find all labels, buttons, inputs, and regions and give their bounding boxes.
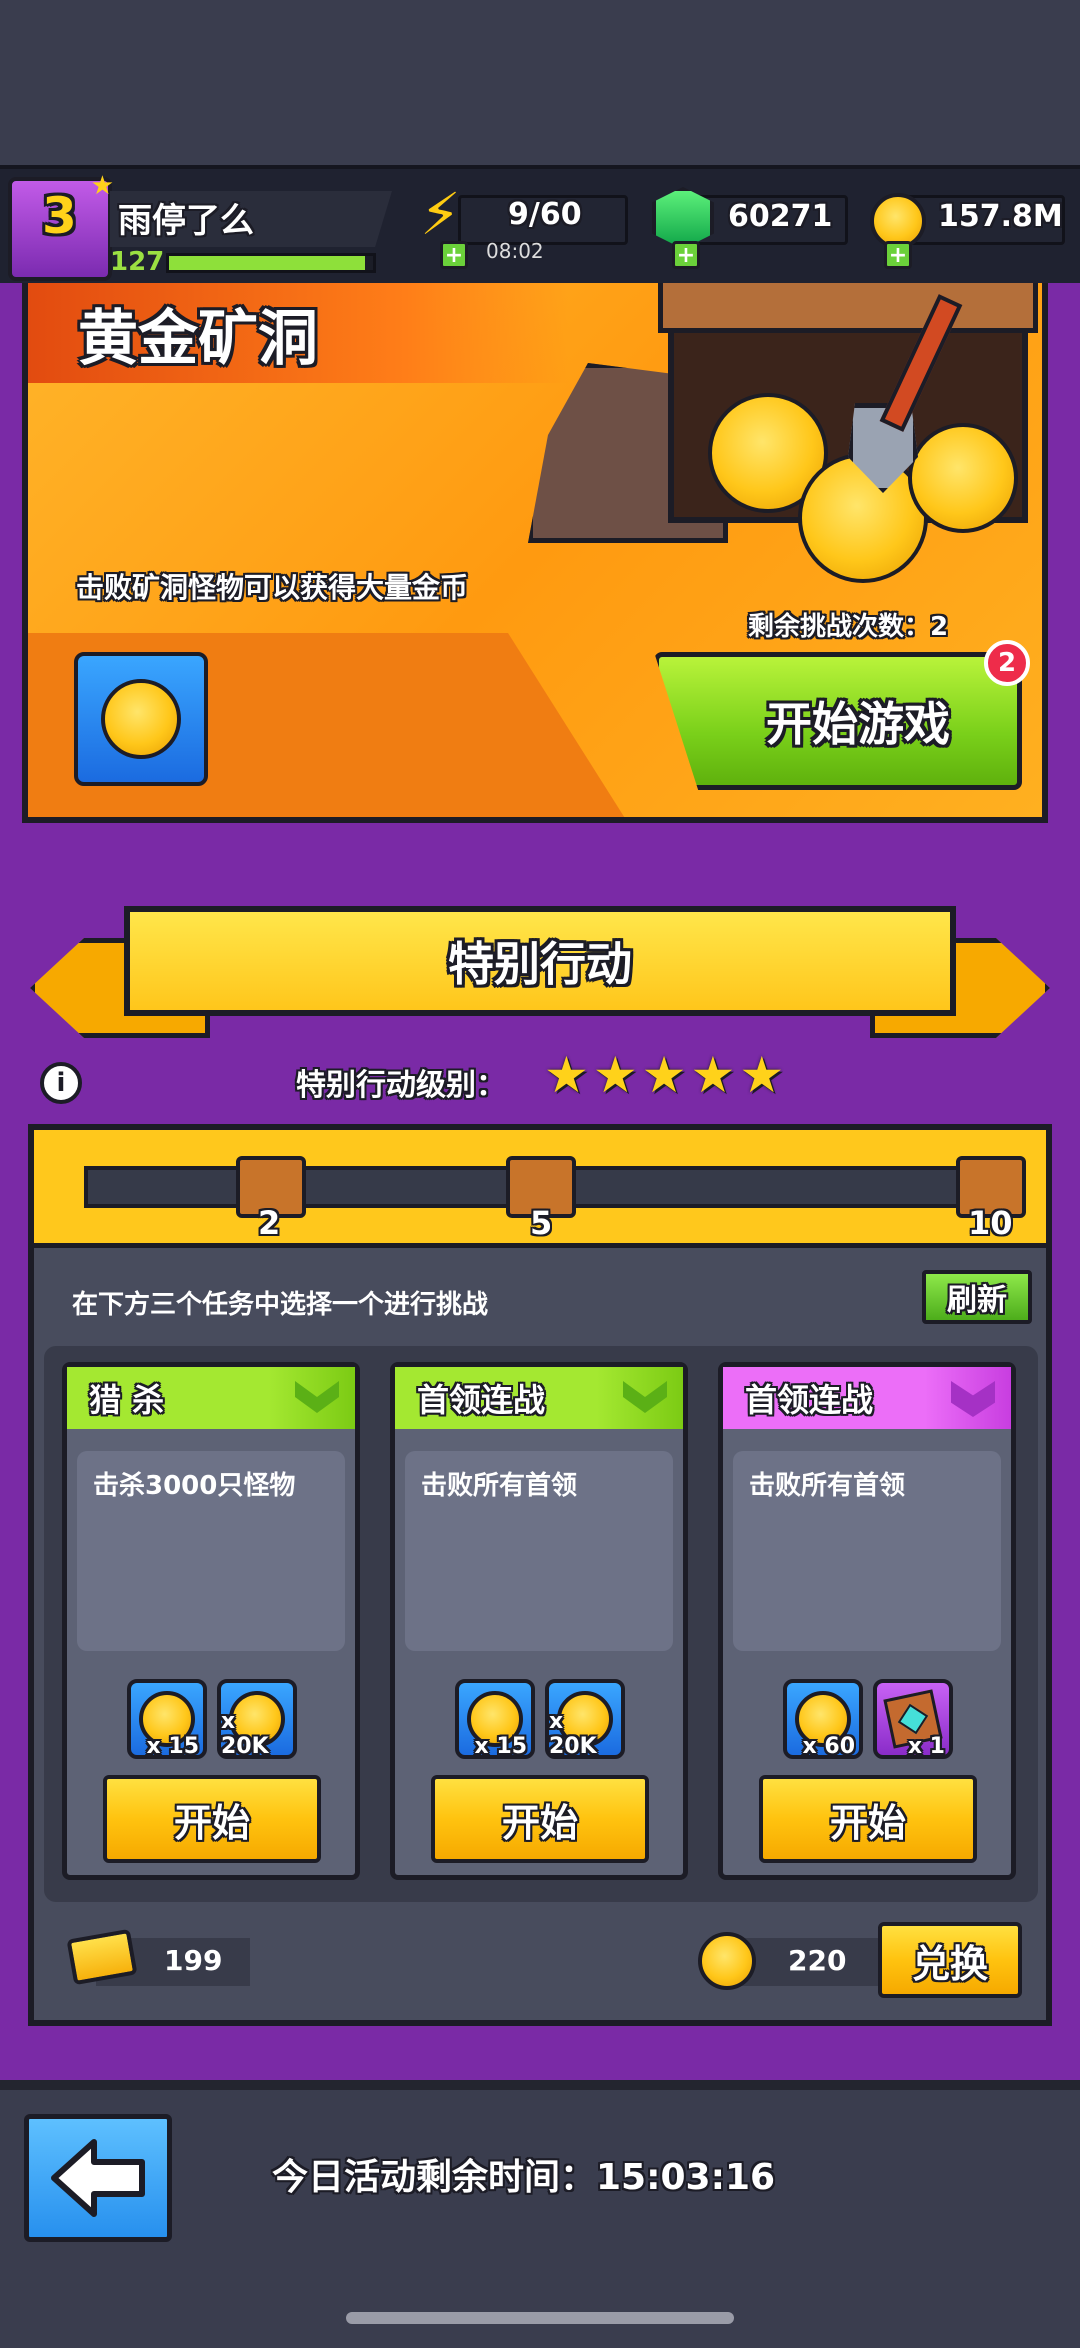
gold-pile-art-3: [908, 423, 1018, 533]
gold-mine-description: 击败矿洞怪物可以获得大量金币: [76, 571, 469, 604]
task-desc-box: 击败所有首领: [733, 1451, 1001, 1651]
task-start-button[interactable]: 开始: [103, 1775, 321, 1863]
task-name: 猎 杀: [89, 1381, 165, 1419]
task-start-button[interactable]: 开始: [431, 1775, 649, 1863]
reward-tile[interactable]: x 1: [873, 1679, 953, 1759]
gold-reward-tile[interactable]: [74, 652, 208, 786]
exchange-label: 兑换: [911, 1941, 988, 1986]
player-name: 雨停了么: [118, 201, 254, 241]
gold-mine-title: 黄金矿洞: [78, 304, 318, 374]
reward-qty: x 15: [474, 1734, 527, 1759]
event-timer: 今日活动剩余时间：15:03:16: [272, 2157, 776, 2198]
exchange-button[interactable]: 兑换: [878, 1922, 1022, 1998]
milestone-value: 5: [530, 1204, 553, 1242]
reward-qty: x 20K: [221, 1709, 269, 1759]
milestone-value: 10: [968, 1204, 1013, 1242]
lightning-icon[interactable]: ⚡: [420, 185, 461, 243]
task-start-label: 开始: [501, 1800, 578, 1845]
token-coin-icon: [698, 1932, 756, 1990]
notification-badge: 2: [984, 640, 1030, 686]
task-start-button[interactable]: 开始: [759, 1775, 977, 1863]
reward-tile[interactable]: x 20K: [217, 1679, 297, 1759]
reward-qty: x 60: [802, 1734, 855, 1759]
back-button[interactable]: [24, 2114, 172, 2242]
task-desc: 击败所有首领: [421, 1471, 578, 1501]
reward-tile[interactable]: x 20K: [545, 1679, 625, 1759]
star-icon: ★: [641, 1046, 687, 1104]
mine-beam-art: [658, 283, 1038, 333]
star-icon: ★: [544, 1046, 589, 1104]
task-name: 首领连战: [417, 1381, 546, 1419]
xp-bar-fill: [169, 256, 365, 270]
task-card[interactable]: 首领连战 击败所有首领 x 15 x 20K 开始: [390, 1362, 688, 1880]
xp-bar: [166, 253, 376, 273]
task-desc: 击败所有首领: [749, 1471, 906, 1501]
star-icon: ★: [739, 1046, 785, 1104]
task-card[interactable]: 首领连战 击败所有首领 x 60 x 1 开始: [718, 1362, 1016, 1880]
gems-value: 60271: [728, 199, 833, 234]
gold-coin-icon: [101, 679, 181, 759]
event-bottom-border: [0, 2080, 1080, 2090]
reward-tile[interactable]: x 15: [455, 1679, 535, 1759]
status-area: [0, 0, 1080, 165]
player-avatar[interactable]: 3 ★: [8, 171, 114, 281]
task-desc: 击杀3000只怪物: [93, 1471, 296, 1501]
start-game-label: 开始游戏: [766, 697, 950, 751]
info-icon[interactable]: i: [40, 1062, 82, 1104]
ticket-count: 199: [164, 1944, 223, 1977]
task-desc-box: 击败所有首领: [405, 1451, 673, 1651]
add-gold-icon[interactable]: +: [884, 241, 912, 269]
reward-qty: x 20K: [549, 1709, 597, 1759]
level-stars: ★ ★ ★ ★ ★: [544, 1046, 784, 1104]
task-desc-box: 击杀3000只怪物: [77, 1451, 345, 1651]
remaining-attempts: 剩余挑战次数：2: [748, 612, 949, 642]
start-game-button[interactable]: 开始游戏: [654, 652, 1022, 790]
player-level: 127: [110, 247, 165, 277]
task-instruction: 在下方三个任务中选择一个进行挑战: [72, 1290, 489, 1320]
milestone-value: 2: [258, 1204, 281, 1242]
home-indicator: [346, 2312, 734, 2324]
reward-qty: x 1: [907, 1734, 945, 1759]
reward-tile[interactable]: x 15: [127, 1679, 207, 1759]
task-start-label: 开始: [829, 1800, 906, 1845]
back-arrow-icon: [51, 2139, 145, 2217]
refresh-button[interactable]: 刷新: [922, 1270, 1032, 1324]
star-icon: ★: [592, 1046, 638, 1104]
add-gems-icon[interactable]: +: [672, 241, 700, 269]
energy-value: 9/60: [508, 197, 582, 232]
add-energy-icon[interactable]: +: [440, 241, 468, 269]
task-name: 首领连战: [745, 1381, 874, 1419]
token-count: 220: [788, 1944, 847, 1977]
energy-timer: 08:02: [486, 239, 544, 263]
gold-value: 157.8M: [938, 199, 1063, 234]
reward-tile[interactable]: x 60: [783, 1679, 863, 1759]
resource-header: 3 ★ 雨停了么 127 ⚡ + 9/60 08:02 + 60271 + 15…: [0, 165, 1080, 283]
star-icon: ★: [690, 1046, 736, 1104]
reward-qty: x 15: [146, 1734, 199, 1759]
special-level-label: 特别行动级别：: [296, 1068, 506, 1103]
task-card[interactable]: 猎 杀 击杀3000只怪物 x 15 x 20K 开始: [62, 1362, 360, 1880]
avatar-level-badge: 3: [42, 187, 77, 245]
task-start-label: 开始: [173, 1800, 250, 1845]
special-banner-title: 特别行动: [448, 937, 632, 991]
